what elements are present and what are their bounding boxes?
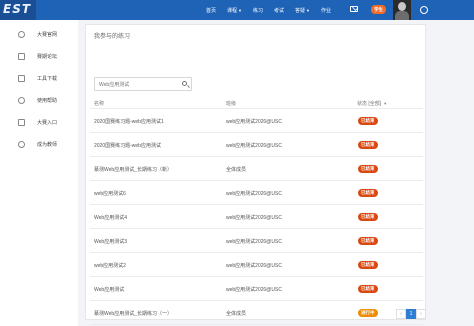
chevron-down-icon: ▼	[306, 7, 311, 13]
page-current-button[interactable]: 1	[406, 309, 416, 319]
row-class: web应用测试2020@USC	[226, 119, 282, 125]
row-name[interactable]: web应用测试2	[94, 262, 126, 269]
avatar-head	[398, 2, 406, 11]
page-title: 我参与的练习	[94, 34, 131, 40]
nav-course[interactable]: 课程 ▼	[227, 7, 242, 14]
row-name[interactable]: Web应用测试4	[94, 214, 127, 221]
teacher-icon	[18, 140, 25, 148]
status-badge: 已结束	[358, 189, 378, 197]
nav-exam[interactable]: 考试	[274, 7, 284, 14]
entry-icon	[18, 118, 25, 126]
column-name: 名称	[94, 101, 105, 107]
column-status[interactable]: 状态 [全部] ▼	[357, 100, 387, 107]
status-badge: 进行中	[358, 309, 378, 317]
row-name[interactable]: 慕测Web应用测试_长期练习（新）	[94, 166, 172, 173]
row-name[interactable]: Web应用测试3	[94, 238, 127, 245]
table-row[interactable]: Web应用测试 web应用测试2020@USC 已结束	[90, 277, 423, 301]
nav-qa[interactable]: 答疑 ▼	[295, 7, 310, 14]
column-class: 班级	[226, 101, 237, 107]
row-class: web应用测试2020@USC	[226, 143, 282, 149]
table-row[interactable]: Web应用测试3 web应用测试2020@USC 已结束	[90, 229, 423, 253]
search-icon[interactable]	[182, 81, 187, 86]
table-row[interactable]: 慕测Web应用测试_长期练习（一） 全体成员 进行中	[90, 301, 423, 325]
nav-home[interactable]: 首页	[206, 7, 216, 14]
chevron-down-icon: ▼	[238, 7, 242, 13]
page-next-button[interactable]: ›	[416, 309, 426, 319]
row-class: web应用测试2020@USC	[226, 215, 282, 221]
nav-practice[interactable]: 练习	[253, 7, 263, 14]
sidebar-item-official-site[interactable]: 大赛官网	[0, 28, 78, 40]
row-class: 全体成员	[226, 167, 247, 173]
mail-icon[interactable]	[350, 6, 358, 12]
row-name[interactable]: 慕测Web应用测试_长期练习（一）	[94, 310, 172, 317]
status-badge: 已结束	[358, 141, 378, 149]
table-row[interactable]: web应用测试2 web应用测试2020@USC 已结束	[90, 253, 423, 277]
filter-icon[interactable]: ▼	[383, 101, 387, 106]
download-icon	[18, 74, 25, 82]
search-box[interactable]	[94, 77, 192, 91]
sidebar-item-forum[interactable]: 赛期论坛	[0, 50, 78, 62]
row-class: web应用测试2020@USC	[226, 287, 282, 293]
status-badge: 已结束	[358, 165, 378, 173]
sidebar-item-help[interactable]: 使用帮助	[0, 94, 78, 106]
pagination: ‹ 1 ›	[396, 309, 426, 319]
globe-icon	[18, 30, 25, 38]
row-class: web应用测试2020@USC	[226, 239, 282, 245]
status-badge: 已结束	[358, 261, 378, 269]
table-row[interactable]: web应用测试6 web应用测试2020@USC 已结束	[90, 181, 423, 205]
nav-homework[interactable]: 作业	[321, 7, 331, 14]
status-badge: 已结束	[358, 213, 378, 221]
sidebar: 大赛官网 赛期论坛 工具下载 使用帮助 大赛入口 成为教师	[0, 20, 78, 326]
page-prev-button[interactable]: ‹	[396, 309, 406, 319]
role-badge[interactable]: 学生	[371, 5, 386, 14]
row-class: web应用测试2020@USC	[226, 263, 282, 269]
row-name[interactable]: web应用测试6	[94, 190, 126, 197]
sidebar-item-download[interactable]: 工具下载	[0, 72, 78, 84]
help-icon	[18, 96, 25, 104]
row-name[interactable]: Web应用测试	[94, 286, 124, 293]
sidebar-item-teacher[interactable]: 成为教师	[0, 138, 78, 150]
table-row[interactable]: 2020国赛练习题-web应用测试 web应用测试2020@USC 已结束	[90, 133, 423, 157]
avatar[interactable]	[393, 0, 411, 20]
status-badge: 已结束	[358, 117, 378, 125]
search-input[interactable]	[99, 81, 179, 88]
row-class: 全体成员	[226, 311, 247, 317]
row-name[interactable]: 2020国赛练习题-web应用测试1	[94, 118, 164, 125]
avatar-body	[395, 11, 409, 20]
main-nav: 首页 课程 ▼ 练习 考试 答疑 ▼ 作业	[206, 0, 342, 20]
site-logo[interactable]: EST	[0, 0, 36, 20]
power-icon[interactable]	[420, 6, 428, 14]
status-badge: 已结束	[358, 237, 378, 245]
forum-icon	[18, 52, 25, 60]
sidebar-item-entry[interactable]: 大赛入口	[0, 116, 78, 128]
status-badge: 已结束	[358, 285, 378, 293]
practice-table: 名称 班级 状态 [全部] ▼ 2020国赛练习题-web应用测试1 web应用测…	[90, 97, 423, 325]
practice-card: 我参与的练习 名称 班级 状态 [全部]▼ 2020国赛练习题-web应用测试1…	[85, 24, 426, 325]
table-row[interactable]: 2020国赛练习题-web应用测试1 web应用测试2020@USC 已结束	[90, 109, 423, 133]
table-header: 名称 班级 状态 [全部] ▼	[90, 97, 423, 109]
row-name[interactable]: 2020国赛练习题-web应用测试	[94, 142, 161, 149]
table-row[interactable]: 慕测Web应用测试_长期练习（新） 全体成员 已结束	[90, 157, 423, 181]
top-navbar: EST 首页 课程 ▼ 练习 考试 答疑 ▼ 作业 学生	[0, 0, 474, 20]
row-class: web应用测试2020@USC	[226, 191, 282, 197]
table-row[interactable]: Web应用测试4 web应用测试2020@USC 已结束	[90, 205, 423, 229]
